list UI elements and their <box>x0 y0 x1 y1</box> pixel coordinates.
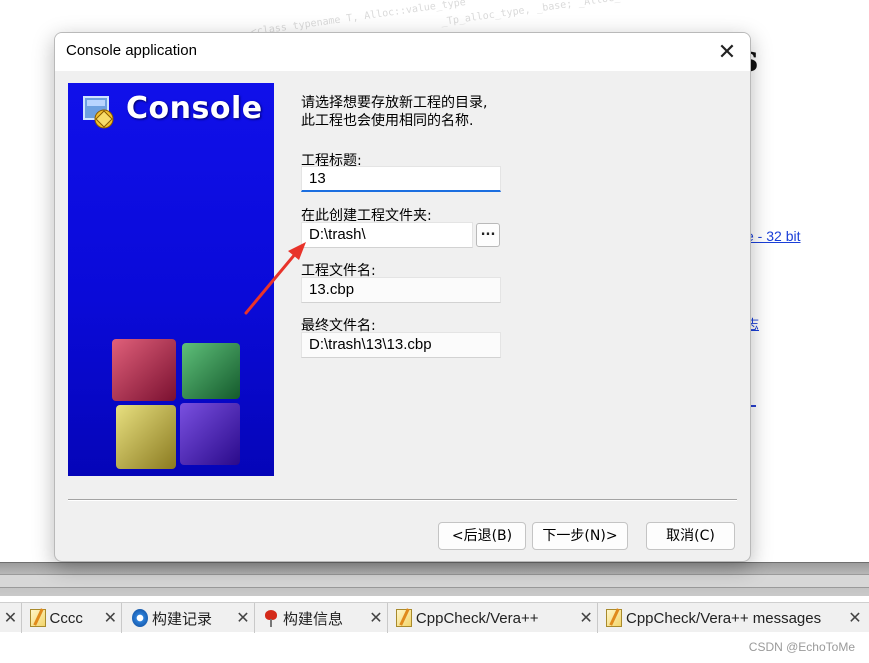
log-tab-bar: ✕ Cccc ✕ 构建记录 ✕ 构建信息 ✕ CppCheck/Vera++ ✕… <box>0 602 869 633</box>
background-download-link[interactable]: e - 32 bit <box>746 228 800 244</box>
close-button[interactable]: ✕ <box>704 33 750 71</box>
codeblocks-logo-icon <box>83 96 114 129</box>
tab-label: Cccc <box>49 609 83 627</box>
tab-cppcheck-vera-messages[interactable]: CppCheck/Vera++ messages ✕ <box>598 603 869 633</box>
close-icon[interactable]: ✕ <box>232 608 254 628</box>
close-icon[interactable]: ✕ <box>365 608 387 628</box>
note-icon <box>606 609 622 627</box>
cubes-logo-icon <box>112 339 240 469</box>
tab-build-log[interactable]: 构建记录 ✕ <box>122 603 255 633</box>
tab-label: CppCheck/Vera++ <box>415 609 539 627</box>
banner-title: Console <box>126 91 263 126</box>
tab-cccc[interactable]: Cccc ✕ <box>22 603 122 633</box>
background-splitter[interactable] <box>0 574 869 588</box>
intro-line-2: 此工程也会使用相同的名称. <box>301 113 474 129</box>
close-icon[interactable]: ✕ <box>844 608 866 628</box>
tab-close-leading[interactable]: ✕ <box>0 603 22 633</box>
close-icon[interactable]: ✕ <box>0 608 21 628</box>
watermark: CSDN @EchoToMe <box>748 640 855 654</box>
intro-line-1: 请选择想要存放新工程的目录, <box>301 95 488 111</box>
wizard-banner: Console <box>68 83 274 476</box>
tab-label: CppCheck/Vera++ messages <box>626 609 822 627</box>
console-application-dialog: Console application ✕ Console 请选择想要存放新工程… <box>54 32 751 562</box>
result-file-field[interactable]: D:\trash\13\13.cbp <box>301 332 501 358</box>
note-icon <box>30 609 46 627</box>
tab-cppcheck-vera[interactable]: CppCheck/Vera++ ✕ <box>388 603 598 633</box>
cancel-button[interactable]: 取消(C) <box>646 522 735 550</box>
browse-folder-button[interactable]: ... <box>476 223 500 247</box>
note-icon <box>396 609 412 627</box>
project-title-input[interactable]: 13 <box>301 166 501 192</box>
dialog-titlebar[interactable]: Console application ✕ <box>55 33 750 71</box>
close-icon[interactable]: ✕ <box>575 608 597 628</box>
dialog-title: Console application <box>66 42 197 59</box>
folder-input[interactable]: D:\trash\ <box>301 222 473 248</box>
gear-icon <box>132 609 148 627</box>
back-button[interactable]: <后退(B) <box>438 522 526 550</box>
pin-icon <box>263 609 279 627</box>
project-file-field[interactable]: 13.cbp <box>301 277 501 303</box>
close-icon: ✕ <box>717 39 737 65</box>
tab-label: 构建信息 <box>283 610 344 628</box>
close-icon[interactable]: ✕ <box>100 608 121 628</box>
tab-build-messages[interactable]: 构建信息 ✕ <box>255 603 388 633</box>
tab-label: 构建记录 <box>152 610 213 628</box>
button-separator <box>68 499 737 501</box>
intro-text: 请选择想要存放新工程的目录, 此工程也会使用相同的名称. <box>301 94 487 130</box>
next-button[interactable]: 下一步(N)> <box>532 522 628 550</box>
